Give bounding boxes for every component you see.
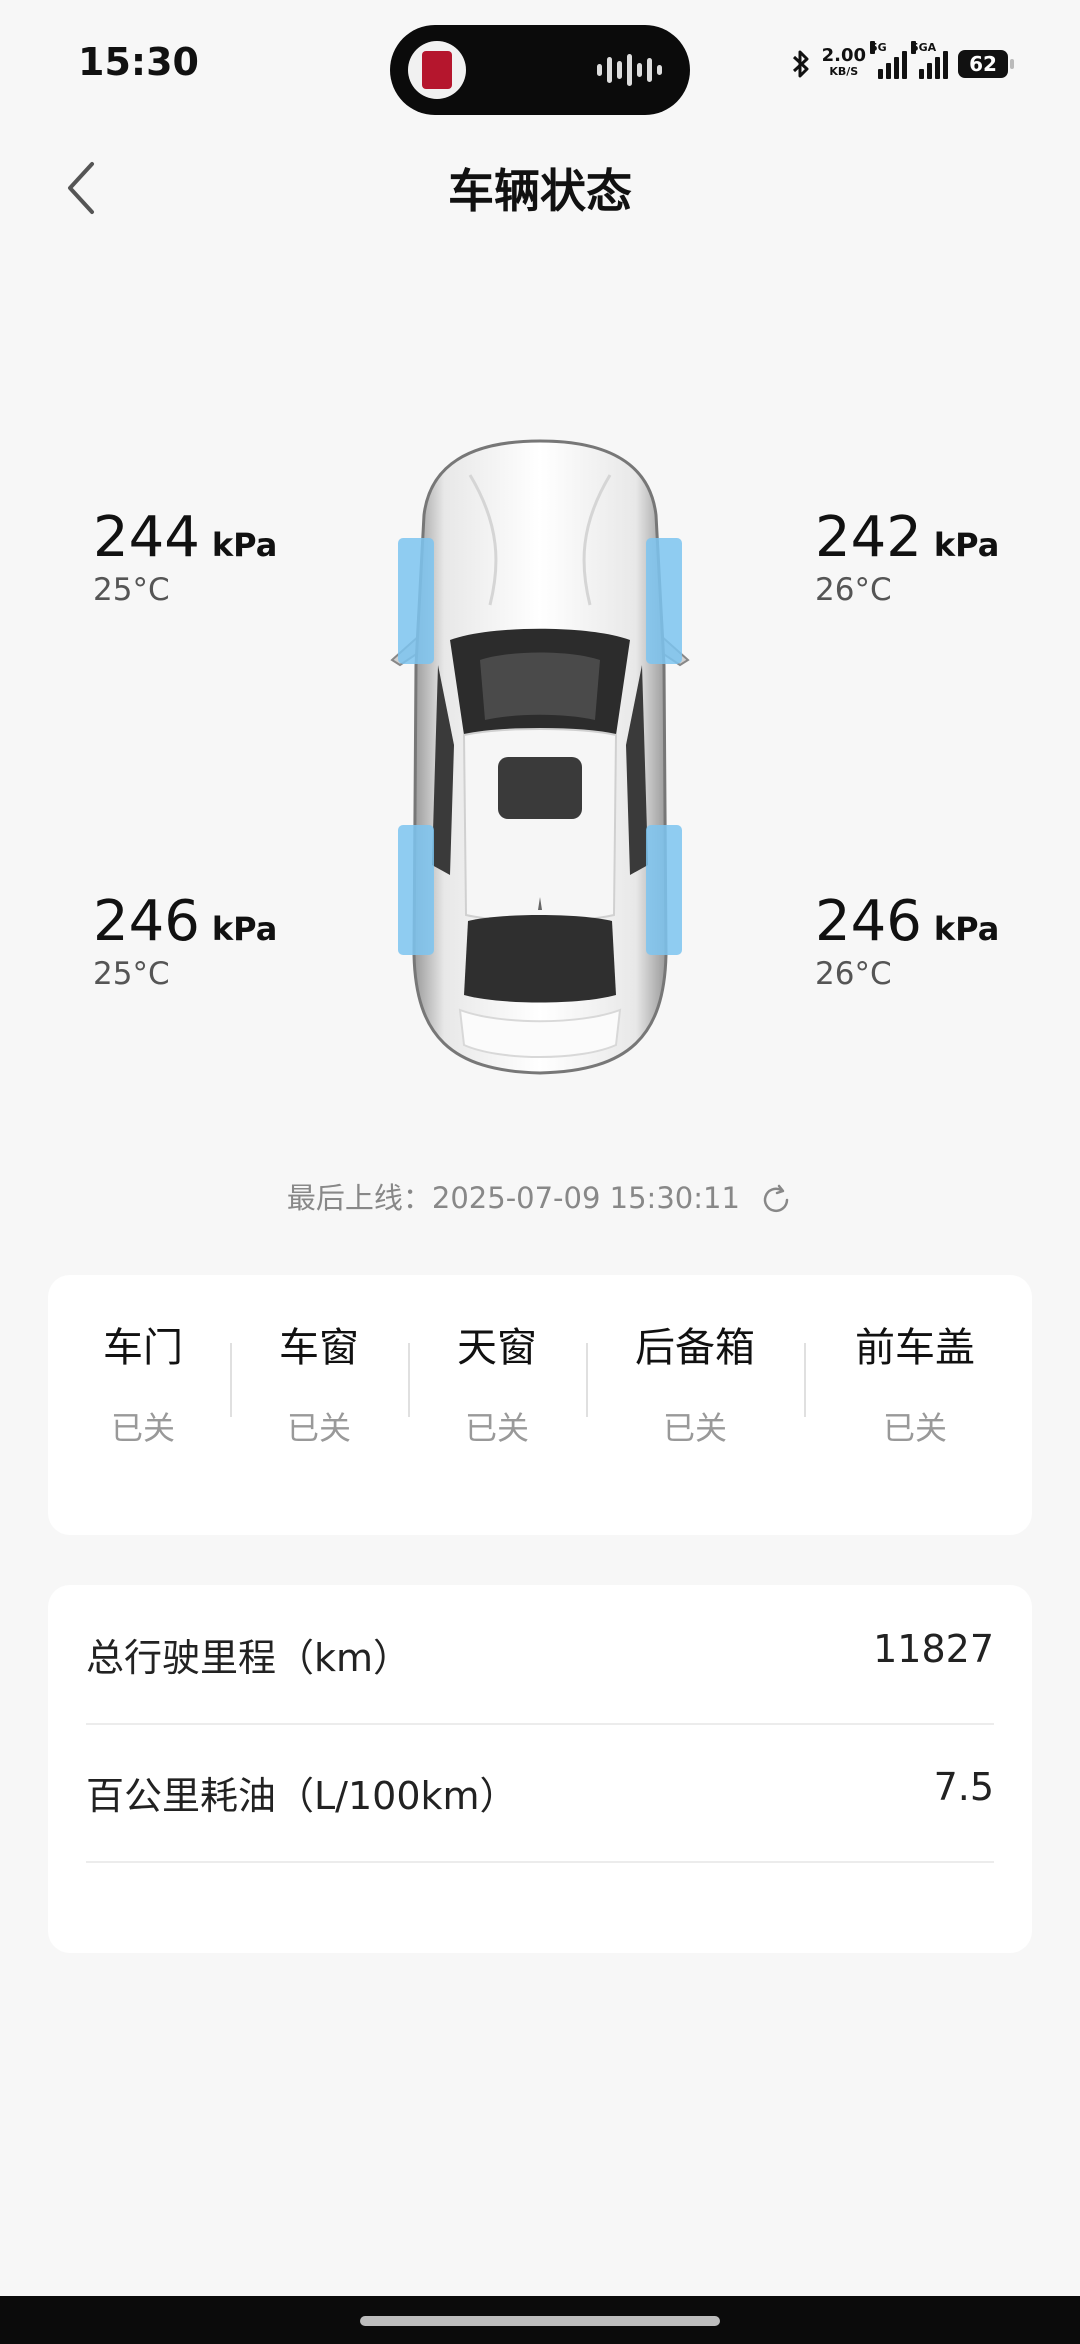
closure-window: 车窗 已关 (244, 1315, 394, 1449)
closure-status: 已关 (882, 1409, 947, 1447)
closure-label: 前车盖 (855, 1325, 975, 1371)
tire-unit: kPa (933, 526, 1000, 564)
vehicle-stats-card: 总行驶里程（km） 11827 百公里耗油（L/100km） 7.5 (48, 1585, 1032, 1953)
tire-temperature: 25°C (93, 572, 170, 608)
divider (230, 1343, 232, 1417)
last-online: 最后上线：2025-07-09 15:30:11 (0, 1175, 1080, 1217)
closure-status: 已关 (464, 1409, 529, 1447)
bluetooth-icon (792, 50, 809, 78)
page-title: 车辆状态 (448, 164, 632, 218)
tire-rear-left: 246 kPa 25°C (93, 889, 278, 993)
signal-5ga-icon: 5GA (911, 41, 948, 79)
tire-highlight-front-left (398, 538, 434, 664)
stat-label: 总行驶里程（km） (86, 1636, 412, 1680)
tire-front-right: 242 kPa 26°C (815, 505, 1000, 609)
tire-highlight-rear-left (398, 825, 434, 955)
stat-label: 百公里耗油（L/100km） (86, 1774, 518, 1818)
stat-value: 7.5 (933, 1765, 994, 1809)
tire-front-left: 244 kPa 25°C (93, 505, 278, 609)
tire-unit: kPa (211, 526, 278, 564)
closure-door: 车门 已关 (68, 1315, 218, 1449)
closure-status: 已关 (110, 1409, 175, 1447)
closure-trunk: 后备箱 已关 (600, 1315, 790, 1449)
car-top-view-image (390, 439, 690, 1075)
closure-hood: 前车盖 已关 (818, 1315, 1012, 1449)
battery-icon: 62 (958, 50, 1014, 78)
closure-status: 已关 (286, 1409, 351, 1447)
closure-label: 天窗 (457, 1325, 537, 1371)
media-thumbnail (408, 41, 466, 99)
closure-sunroof: 天窗 已关 (422, 1315, 572, 1449)
home-indicator[interactable] (360, 2316, 720, 2326)
refresh-icon (763, 1184, 789, 1213)
last-online-text: 最后上线：2025-07-09 15:30:11 (286, 1181, 740, 1215)
closure-label: 车门 (103, 1325, 183, 1371)
tire-highlight-rear-right (646, 825, 682, 955)
refresh-button[interactable] (759, 1183, 793, 1217)
tire-unit: kPa (211, 910, 278, 948)
divider (804, 1343, 806, 1417)
tire-pressure: 246 (815, 889, 922, 954)
tire-highlight-front-right (646, 538, 682, 664)
tire-rear-right: 246 kPa 26°C (815, 889, 1000, 993)
stat-row-mileage: 总行驶里程（km） 11827 (86, 1585, 994, 1725)
closure-label: 后备箱 (635, 1325, 755, 1371)
tire-pressure: 246 (93, 889, 200, 954)
signal-5g-icon: 5G (870, 41, 907, 79)
status-icons: 2.00 KB/S 5G 5GA 62 (790, 41, 1014, 80)
dynamic-island[interactable] (390, 25, 690, 115)
tire-temperature: 25°C (93, 956, 170, 992)
status-bar: 15:30 2.00 KB/S 5G 5GA 62 (0, 0, 1080, 140)
closure-status: 已关 (662, 1409, 727, 1447)
net-speed: 2.00 KB/S (821, 45, 866, 79)
tire-unit: kPa (933, 910, 1000, 948)
divider (408, 1343, 410, 1417)
status-time: 15:30 (78, 40, 199, 84)
tire-temperature: 26°C (815, 956, 892, 992)
tire-temperature: 26°C (815, 572, 892, 608)
stat-row-fuel: 百公里耗油（L/100km） 7.5 (86, 1723, 994, 1863)
stat-value: 11827 (873, 1627, 994, 1671)
closure-status-card: 车门 已关 车窗 已关 天窗 已关 后备箱 已关 前车盖 已关 (48, 1275, 1032, 1535)
audio-wave-icon (597, 53, 662, 87)
divider (586, 1343, 588, 1417)
tire-pressure: 244 (93, 505, 200, 570)
tire-pressure: 242 (815, 505, 922, 570)
closure-label: 车窗 (279, 1325, 359, 1371)
